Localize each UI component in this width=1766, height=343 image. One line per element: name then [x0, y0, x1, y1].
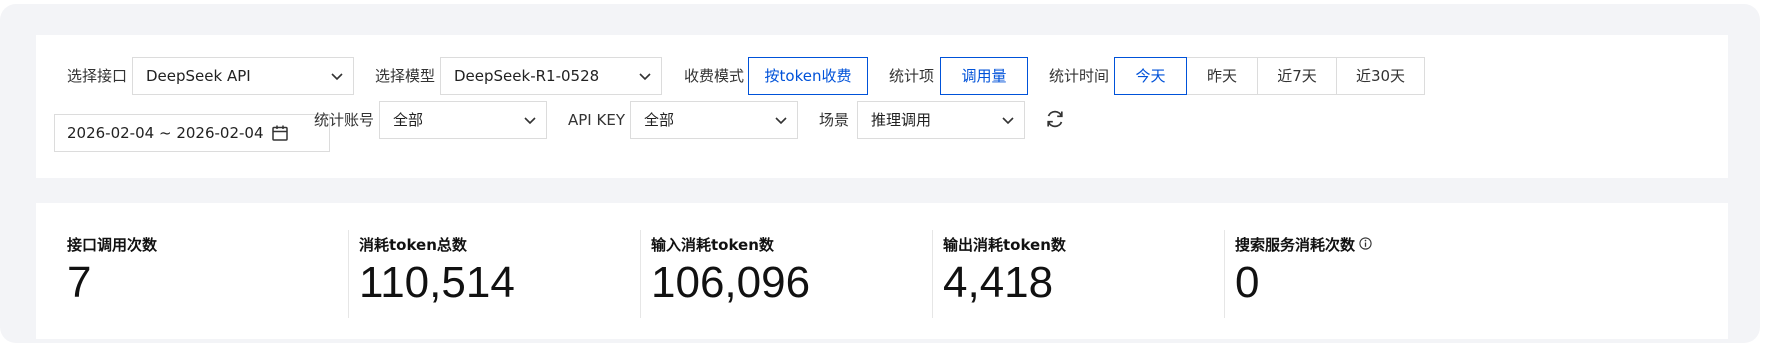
stat-label: 消耗token总数 [359, 236, 467, 254]
stat-label: 接口调用次数 [67, 236, 158, 254]
stat-value: 4,418 [943, 258, 1054, 307]
chevron-down-icon [524, 117, 536, 125]
chevron-down-icon [1002, 117, 1014, 125]
account-select[interactable]: 全部 [379, 101, 547, 139]
billing-mode-button[interactable]: 按token收费 [748, 57, 868, 95]
stat-value: 0 [1235, 258, 1260, 307]
info-icon[interactable] [1359, 237, 1372, 250]
stat-label: 搜索服务消耗次数 [1235, 236, 1356, 254]
refresh-icon[interactable] [1044, 108, 1066, 130]
api-key-value: 全部 [644, 111, 675, 129]
time-option-30days[interactable]: 近30天 [1337, 57, 1425, 95]
page-background: 选择接口 DeepSeek API 选择模型 DeepSeek-R1-0528 … [0, 4, 1760, 343]
account-label: 统计账号 [314, 111, 375, 129]
chevron-down-icon [639, 73, 651, 81]
model-select[interactable]: DeepSeek-R1-0528 [440, 57, 662, 95]
api-key-label: API KEY [568, 111, 625, 129]
interface-select[interactable]: DeepSeek API [132, 57, 354, 95]
stat-label: 输出消耗token数 [943, 236, 1066, 254]
interface-value: DeepSeek API [146, 67, 251, 85]
model-label: 选择模型 [375, 67, 436, 85]
time-option-7days[interactable]: 近7天 [1258, 57, 1337, 95]
billing-mode-label: 收费模式 [684, 67, 745, 85]
scene-select[interactable]: 推理调用 [857, 101, 1025, 139]
stat-card-search-calls: 搜索服务消耗次数 0 [1225, 203, 1525, 339]
date-range-picker[interactable]: 2026-02-04 ~ 2026-02-04 [54, 114, 330, 152]
filter-panel: 选择接口 DeepSeek API 选择模型 DeepSeek-R1-0528 … [36, 35, 1728, 178]
stat-time-label: 统计时间 [1049, 67, 1110, 85]
model-value: DeepSeek-R1-0528 [454, 67, 600, 85]
scene-label: 场景 [819, 111, 850, 129]
stats-panel: 接口调用次数 7 消耗token总数 110,514 输入消耗token数 10… [36, 203, 1728, 339]
account-value: 全部 [393, 111, 424, 129]
scene-value: 推理调用 [871, 111, 932, 129]
chevron-down-icon [775, 117, 787, 125]
stat-card-calls: 接口调用次数 7 [36, 203, 348, 339]
stat-value: 106,096 [651, 258, 811, 307]
stat-value: 110,514 [359, 258, 515, 307]
stat-card-input-tokens: 输入消耗token数 106,096 [641, 203, 933, 339]
stat-card-total-tokens: 消耗token总数 110,514 [349, 203, 641, 339]
date-end: ~ 2026-02-04 [159, 124, 264, 142]
stat-value: 7 [67, 258, 92, 307]
calendar-icon[interactable] [271, 124, 289, 142]
stat-label: 输入消耗token数 [651, 236, 774, 254]
stat-item-label: 统计项 [889, 67, 935, 85]
time-option-today[interactable]: 今天 [1114, 57, 1187, 95]
api-key-select[interactable]: 全部 [630, 101, 798, 139]
interface-label: 选择接口 [67, 67, 128, 85]
stat-card-output-tokens: 输出消耗token数 4,418 [933, 203, 1225, 339]
stat-item-button[interactable]: 调用量 [940, 57, 1028, 95]
date-start: 2026-02-04 [67, 124, 155, 142]
chevron-down-icon [331, 73, 343, 81]
time-option-yesterday[interactable]: 昨天 [1187, 57, 1258, 95]
